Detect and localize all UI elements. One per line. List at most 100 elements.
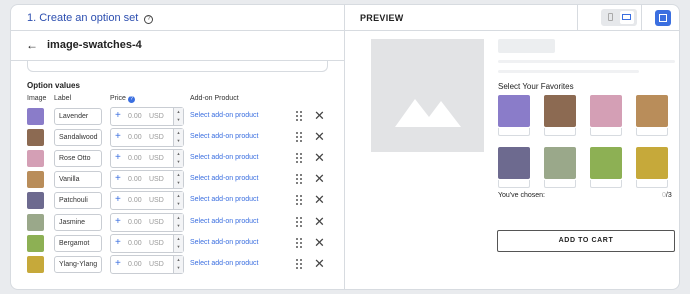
swatch-option[interactable] [544,95,576,136]
plus-icon[interactable]: + [115,131,121,142]
label-input[interactable]: Bergamot [54,234,102,252]
stepper-down-icon[interactable]: ▼ [174,158,183,166]
drag-handle-icon[interactable] [296,195,302,206]
swatch-image[interactable] [636,95,668,127]
remove-icon[interactable]: ✕ [314,235,325,250]
stepper-down-icon[interactable]: ▼ [174,200,183,208]
remove-icon[interactable]: ✕ [314,108,325,123]
stepper-up-icon[interactable]: ▲ [174,108,183,116]
stepper-up-icon[interactable]: ▲ [174,214,183,222]
stepper-up-icon[interactable]: ▲ [174,192,183,200]
select-addon-link[interactable]: Select add-on product [190,133,259,140]
price-stepper[interactable]: ▲ ▼ [173,150,183,168]
help-icon[interactable]: ? [144,15,154,24]
plus-icon[interactable]: + [115,152,121,163]
swatch-quantity[interactable] [544,180,576,188]
swatch-option[interactable] [636,147,668,188]
stepper-down-icon[interactable]: ▼ [174,243,183,251]
swatch-quantity[interactable] [498,180,530,188]
drag-handle-icon[interactable] [296,153,302,164]
swatch-quantity[interactable] [544,128,576,136]
drag-handle-icon[interactable] [296,258,302,269]
stepper-down-icon[interactable]: ▼ [174,264,183,272]
plus-icon[interactable]: + [115,194,121,205]
swatch-image[interactable] [498,147,530,179]
swatch-thumbnail[interactable] [27,108,44,125]
stepper-down-icon[interactable]: ▼ [174,222,183,230]
plus-icon[interactable]: + [115,173,121,184]
swatch-quantity[interactable] [636,180,668,188]
select-addon-link[interactable]: Select add-on product [190,196,259,203]
swatch-quantity[interactable] [636,128,668,136]
price-stepper[interactable]: ▲ ▼ [173,255,183,273]
swatch-option[interactable] [590,95,622,136]
price-input[interactable]: +0.00 USD ▲ ▼ [110,107,184,126]
swatch-option[interactable] [498,95,530,136]
swatch-thumbnail[interactable] [27,255,44,273]
plus-icon[interactable]: + [115,237,121,248]
swatch-thumbnail[interactable] [27,150,44,168]
remove-icon[interactable]: ✕ [314,129,325,144]
select-addon-link[interactable]: Select add-on product [190,239,259,246]
swatch-option[interactable] [636,95,668,136]
price-stepper[interactable]: ▲ ▼ [173,213,183,231]
swatch-thumbnail[interactable] [27,171,44,189]
drag-handle-icon[interactable] [296,174,302,185]
back-arrow-icon[interactable]: ← [26,38,38,52]
swatch-quantity[interactable] [590,180,622,188]
stepper-down-icon[interactable]: ▼ [174,116,183,124]
drag-handle-icon[interactable] [296,111,302,121]
swatch-option[interactable] [544,147,576,188]
drag-handle-icon[interactable] [296,132,302,143]
stepper-up-icon[interactable]: ▲ [174,129,183,137]
price-input[interactable]: +0.00 USD ▲ ▼ [110,128,184,148]
price-input[interactable]: +0.00 USD ▲ ▼ [110,170,184,190]
swatch-option[interactable] [590,147,622,188]
add-to-cart-button[interactable]: ADD TO CART [497,230,675,252]
swatch-quantity[interactable] [590,128,622,136]
select-addon-link[interactable]: Select add-on product [190,260,259,267]
swatch-image[interactable] [544,147,576,179]
swatch-thumbnail[interactable] [27,192,44,210]
price-stepper[interactable]: ▲ ▼ [173,192,183,210]
price-stepper[interactable]: ▲ ▼ [173,234,183,252]
price-input[interactable]: +0.00 USD ▲ ▼ [110,254,184,274]
remove-icon[interactable]: ✕ [314,214,325,229]
label-input[interactable]: Sandalwood [54,129,102,147]
label-input[interactable]: Jasmine [54,213,102,231]
stepper-up-icon[interactable]: ▲ [174,171,183,179]
stepper-down-icon[interactable]: ▼ [174,179,183,187]
select-addon-link[interactable]: Select add-on product [190,218,259,225]
mobile-view-icon[interactable] [604,11,617,24]
stepper-up-icon[interactable]: ▲ [174,150,183,158]
stepper-up-icon[interactable]: ▲ [174,256,183,264]
price-help-icon[interactable]: ? [127,96,135,103]
swatch-quantity[interactable] [498,128,530,136]
label-input[interactable]: Vanilla [54,171,102,189]
remove-icon[interactable]: ✕ [314,150,325,165]
drag-handle-icon[interactable] [296,216,302,227]
swatch-thumbnail[interactable] [27,234,44,252]
select-addon-link[interactable]: Select add-on product [190,175,259,182]
swatch-option[interactable] [498,147,530,188]
plus-icon[interactable]: + [115,258,121,269]
select-addon-link[interactable]: Select add-on product [190,112,259,119]
desktop-view-icon[interactable] [620,11,634,24]
remove-icon[interactable]: ✕ [314,171,325,186]
remove-icon[interactable]: ✕ [314,192,325,207]
swatch-image[interactable] [590,147,622,179]
stepper-up-icon[interactable]: ▲ [174,235,183,243]
swatch-image[interactable] [544,95,576,127]
swatch-image[interactable] [636,147,668,179]
label-input[interactable]: Lavender [54,108,102,125]
price-stepper[interactable]: ▲ ▼ [173,171,183,189]
remove-icon[interactable]: ✕ [314,256,325,271]
price-input[interactable]: +0.00 USD ▲ ▼ [110,191,184,211]
select-addon-link[interactable]: Select add-on product [190,154,259,161]
price-input[interactable]: +0.00 USD ▲ ▼ [110,233,184,253]
expand-preview-icon[interactable] [655,10,671,26]
label-input[interactable]: Ylang-Ylang [54,255,102,273]
price-input[interactable]: +0.00 USD ▲ ▼ [110,149,184,169]
swatch-thumbnail[interactable] [27,129,44,147]
label-input[interactable]: Patchouli [54,192,102,210]
